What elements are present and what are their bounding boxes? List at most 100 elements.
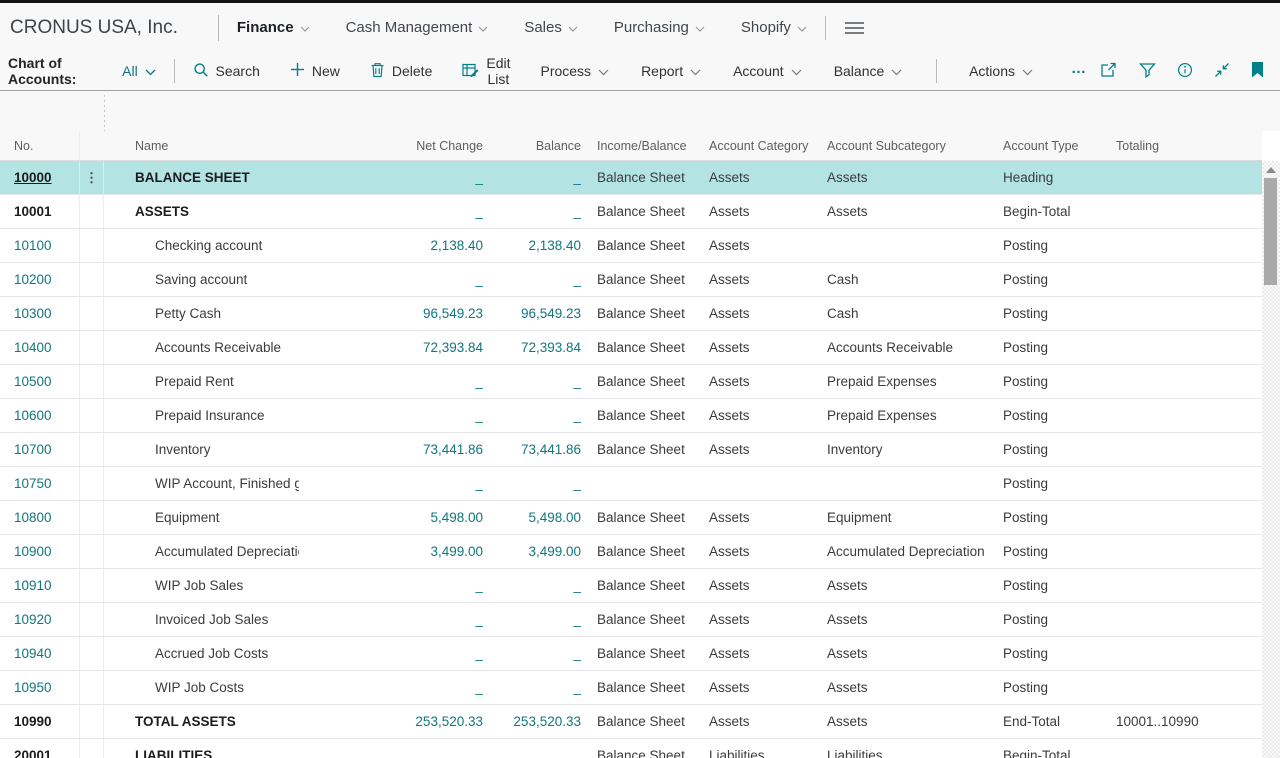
net-change-cell[interactable]: 253,520.33 xyxy=(299,705,483,738)
net-change-cell[interactable]: 73,441.86 xyxy=(299,433,483,466)
table-row[interactable]: 10910WIP Job Sales__Balance SheetAssetsA… xyxy=(0,569,1262,603)
table-row[interactable]: 10200Saving account__Balance SheetAssets… xyxy=(0,263,1262,297)
account-no-link[interactable]: 10500 xyxy=(14,374,52,389)
table-row[interactable]: 10800Equipment5,498.005,498.00Balance Sh… xyxy=(0,501,1262,535)
collapse-button[interactable] xyxy=(1212,60,1232,83)
edit-list-button[interactable]: Edit List xyxy=(462,55,510,87)
column-header-account-category[interactable]: Account Category xyxy=(709,131,827,160)
balance-cell[interactable]: 253,520.33 xyxy=(483,705,581,738)
more-options-button[interactable]: … xyxy=(1071,60,1088,77)
account-no-link[interactable]: 10400 xyxy=(14,340,52,355)
net-change-cell[interactable]: 5,498.00 xyxy=(299,501,483,534)
delete-button[interactable]: Delete xyxy=(370,62,432,81)
account-no-link[interactable]: 10600 xyxy=(14,408,52,423)
net-change-cell[interactable]: _ xyxy=(299,603,483,636)
net-change-cell[interactable]: _ xyxy=(299,569,483,602)
net-change-cell[interactable]: _ xyxy=(299,365,483,398)
table-row[interactable]: 10900Accumulated Depreciation3,499.003,4… xyxy=(0,535,1262,569)
share-button[interactable] xyxy=(1098,59,1120,83)
row-context-menu[interactable]: ⋮ xyxy=(80,161,104,194)
net-change-cell[interactable]: _ xyxy=(299,467,483,500)
table-row[interactable]: 10100Checking account2,138.402,138.40Bal… xyxy=(0,229,1262,263)
column-header-net-change[interactable]: Net Change xyxy=(299,131,483,160)
table-row[interactable]: 10001ASSETS__Balance SheetAssetsAssetsBe… xyxy=(0,195,1262,229)
balance-cell[interactable]: _ xyxy=(483,365,581,398)
net-change-cell[interactable]: _ xyxy=(299,161,483,194)
search-button[interactable]: Search xyxy=(193,62,260,81)
balance-cell[interactable]: _ xyxy=(483,161,581,194)
scrollbar-thumb[interactable] xyxy=(1264,178,1277,285)
account-no-link[interactable]: 20001 xyxy=(14,748,52,758)
net-change-cell[interactable]: _ xyxy=(299,739,483,758)
account-no-link[interactable]: 10700 xyxy=(14,442,52,457)
account-no-link[interactable]: 10990 xyxy=(14,714,52,729)
account-no-link[interactable]: 10940 xyxy=(14,646,52,661)
new-button[interactable]: New xyxy=(290,62,340,80)
info-button[interactable] xyxy=(1175,60,1195,83)
balance-cell[interactable]: 73,441.86 xyxy=(483,433,581,466)
account-no-link[interactable]: 10910 xyxy=(14,578,52,593)
nav-item-cash-management[interactable]: Cash Management xyxy=(346,19,489,36)
balance-cell[interactable]: 96,549.23 xyxy=(483,297,581,330)
net-change-cell[interactable]: 96,549.23 xyxy=(299,297,483,330)
balance-cell[interactable]: 2,138.40 xyxy=(483,229,581,262)
table-row[interactable]: 10750WIP Account, Finished goods__Postin… xyxy=(0,467,1262,501)
balance-cell[interactable]: _ xyxy=(483,195,581,228)
net-change-cell[interactable]: _ xyxy=(299,195,483,228)
net-change-cell[interactable]: 72,393.84 xyxy=(299,331,483,364)
account-no-link[interactable]: 10800 xyxy=(14,510,52,525)
balance-cell[interactable]: _ xyxy=(483,739,581,758)
column-header-no-[interactable]: No. xyxy=(0,131,80,160)
account-no-link[interactable]: 10900 xyxy=(14,544,52,559)
bookmark-button[interactable] xyxy=(1249,60,1266,83)
net-change-cell[interactable]: 3,499.00 xyxy=(299,535,483,568)
nav-item-purchasing[interactable]: Purchasing xyxy=(614,19,705,36)
net-change-cell[interactable]: 2,138.40 xyxy=(299,229,483,262)
balance-menu[interactable]: Balance xyxy=(834,63,903,79)
net-change-cell[interactable]: _ xyxy=(299,263,483,296)
table-row[interactable]: 10000⋮BALANCE SHEET__Balance SheetAssets… xyxy=(0,161,1262,195)
table-row[interactable]: 10700Inventory73,441.8673,441.86Balance … xyxy=(0,433,1262,467)
account-no-link[interactable]: 10750 xyxy=(14,476,52,491)
filter-button[interactable] xyxy=(1137,60,1158,83)
account-menu[interactable]: Account xyxy=(733,63,802,79)
balance-cell[interactable]: 72,393.84 xyxy=(483,331,581,364)
report-menu[interactable]: Report xyxy=(641,63,701,79)
balance-cell[interactable]: _ xyxy=(483,263,581,296)
net-change-cell[interactable]: _ xyxy=(299,399,483,432)
table-row[interactable]: 20001LIABILITIES__Balance SheetLiabiliti… xyxy=(0,739,1262,758)
account-no-link[interactable]: 10001 xyxy=(14,204,52,219)
table-row[interactable]: 10950WIP Job Costs__Balance SheetAssetsA… xyxy=(0,671,1262,705)
column-header-balance[interactable]: Balance xyxy=(483,131,581,160)
account-no-link[interactable]: 10950 xyxy=(14,680,52,695)
table-row[interactable]: 10300Petty Cash96,549.2396,549.23Balance… xyxy=(0,297,1262,331)
balance-cell[interactable]: 3,499.00 xyxy=(483,535,581,568)
account-no-link[interactable]: 10300 xyxy=(14,306,52,321)
nav-item-finance[interactable]: Finance xyxy=(237,19,310,36)
vertical-scrollbar[interactable] xyxy=(1262,161,1280,758)
table-row[interactable]: 10940Accrued Job Costs__Balance SheetAss… xyxy=(0,637,1262,671)
column-header-name[interactable]: Name xyxy=(104,131,299,160)
account-no-link[interactable]: 10920 xyxy=(14,612,52,627)
table-row[interactable]: 10920Invoiced Job Sales__Balance SheetAs… xyxy=(0,603,1262,637)
nav-item-shopify[interactable]: Shopify xyxy=(741,19,807,36)
hamburger-menu-icon[interactable] xyxy=(844,21,865,35)
account-no-link[interactable]: 10000 xyxy=(14,170,52,185)
column-header-totaling[interactable]: Totaling xyxy=(1100,131,1262,160)
account-no-link[interactable]: 10100 xyxy=(14,238,52,253)
balance-cell[interactable]: _ xyxy=(483,603,581,636)
process-menu[interactable]: Process xyxy=(540,63,609,79)
balance-cell[interactable]: _ xyxy=(483,569,581,602)
account-no-link[interactable]: 10200 xyxy=(14,272,52,287)
actions-menu[interactable]: Actions xyxy=(969,63,1033,79)
table-row[interactable]: 10990TOTAL ASSETS253,520.33253,520.33Bal… xyxy=(0,705,1262,739)
net-change-cell[interactable]: _ xyxy=(299,671,483,704)
nav-item-sales[interactable]: Sales xyxy=(524,19,578,36)
column-header-income-balance[interactable]: Income/Balance xyxy=(581,131,709,160)
column-header-account-subcategory[interactable]: Account Subcategory xyxy=(827,131,1003,160)
balance-cell[interactable]: 5,498.00 xyxy=(483,501,581,534)
table-row[interactable]: 10600Prepaid Insurance__Balance SheetAss… xyxy=(0,399,1262,433)
view-filter-dropdown[interactable]: All xyxy=(122,63,156,79)
balance-cell[interactable]: _ xyxy=(483,467,581,500)
balance-cell[interactable]: _ xyxy=(483,637,581,670)
